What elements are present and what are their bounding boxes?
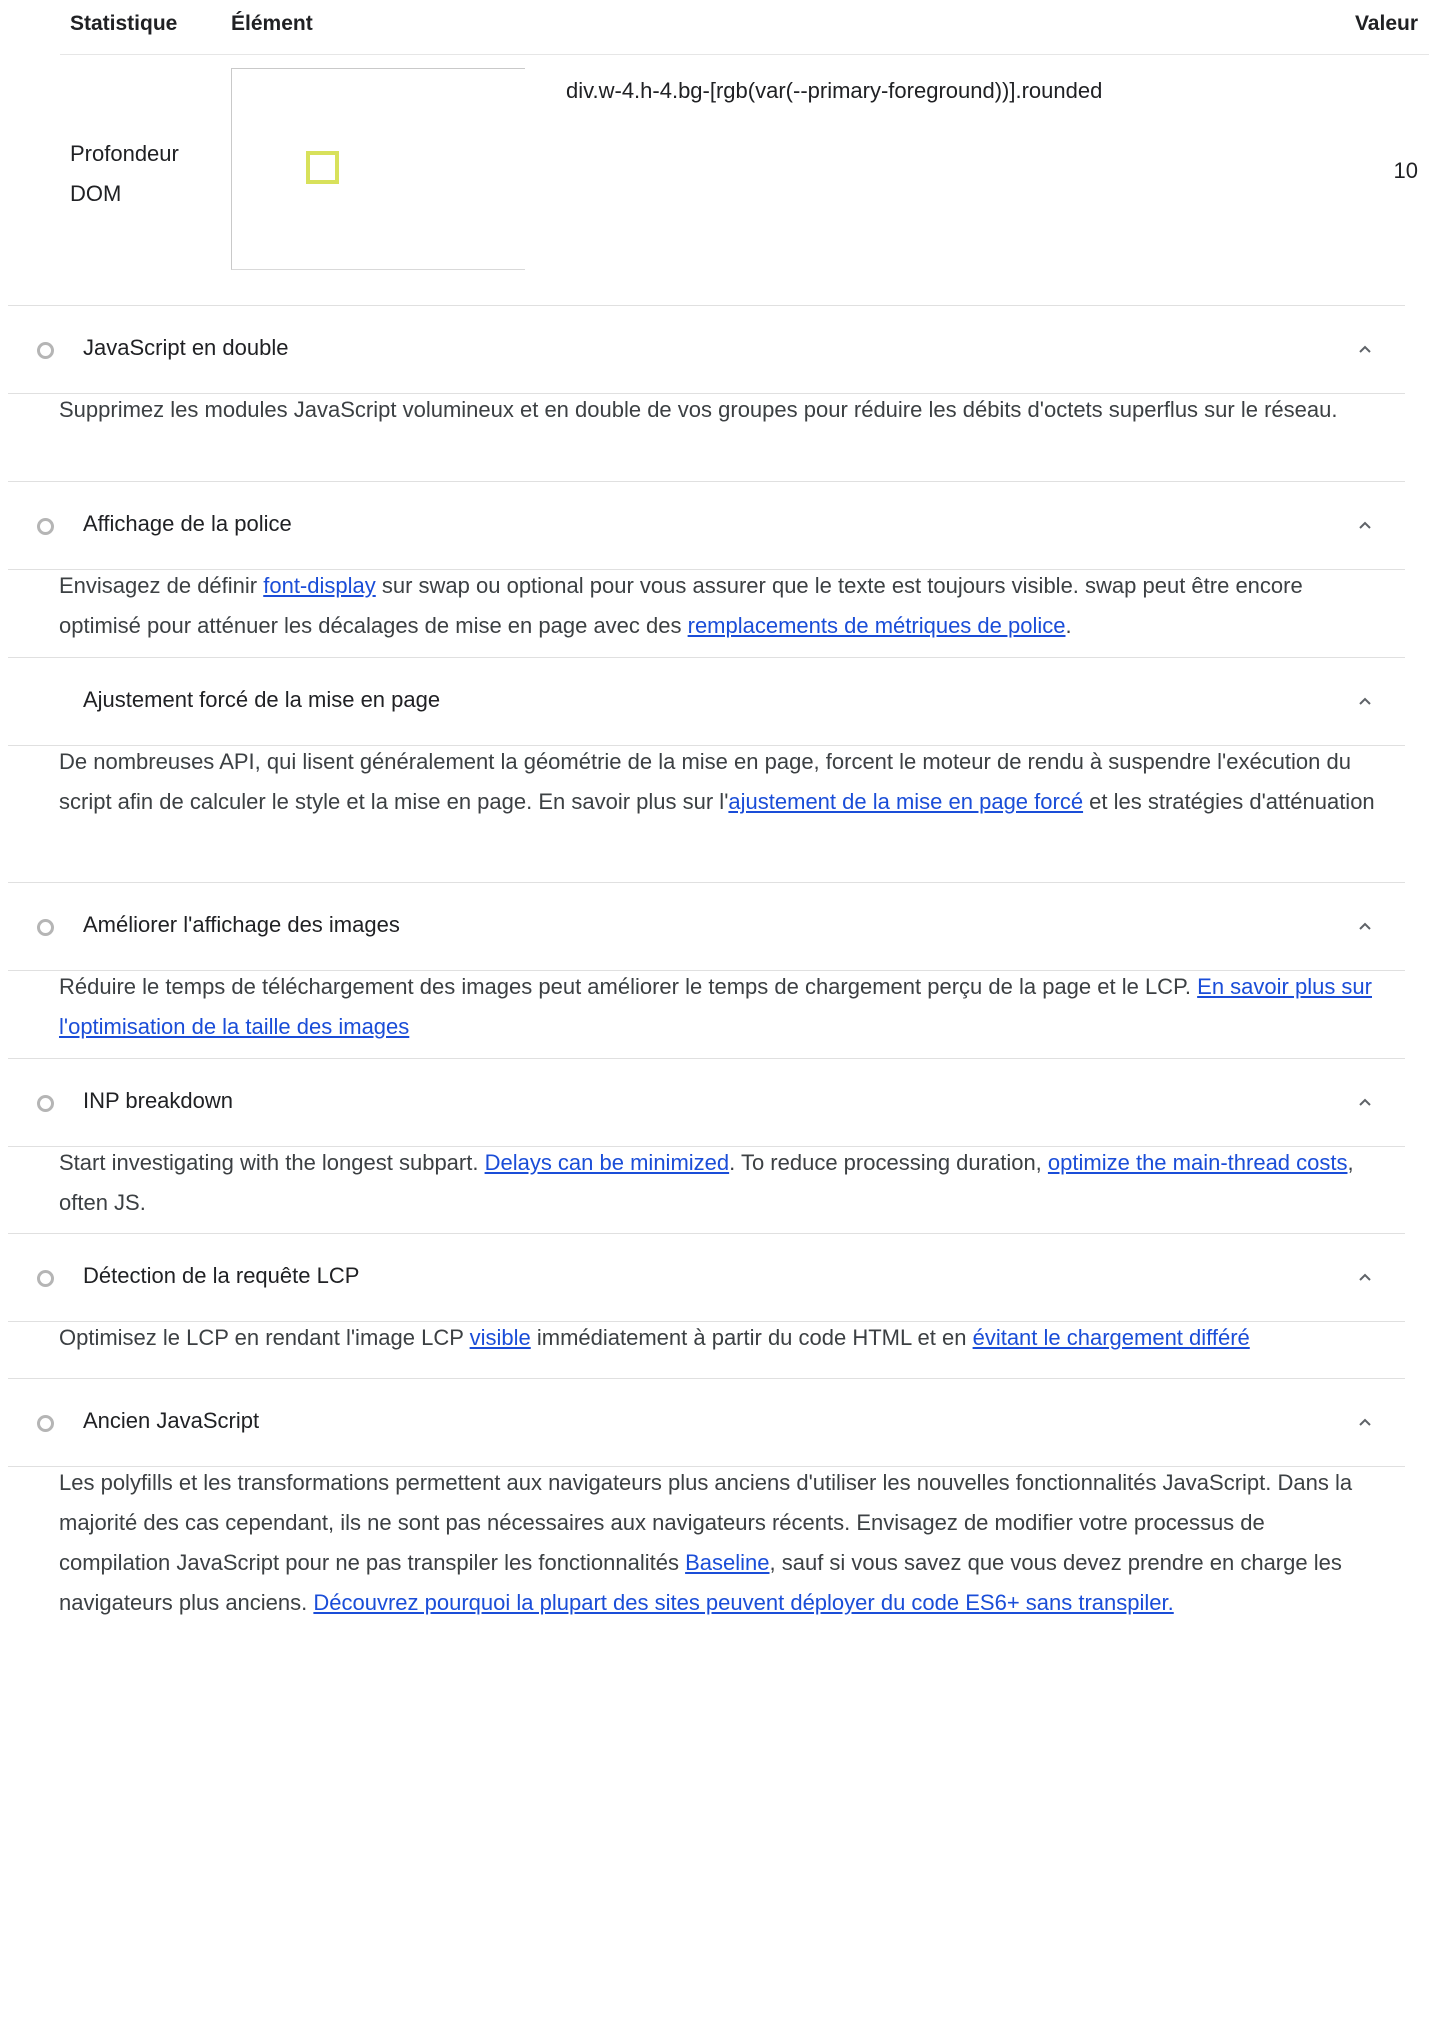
description-text: Supprimez les modules JavaScript volumin…: [59, 397, 1338, 422]
status-circle-icon: [37, 518, 54, 535]
status-circle-icon: [37, 919, 54, 936]
audit-description: Supprimez les modules JavaScript volumin…: [59, 390, 1379, 430]
chevron-up-icon[interactable]: [1358, 696, 1371, 708]
description-text: Envisagez de définir: [59, 573, 264, 598]
audit-title: Ajustement forcé de la mise en page: [83, 687, 441, 712]
audit-header-toggle[interactable]: Ancien JavaScript: [0, 1378, 1429, 1466]
audit-title: INP breakdown: [83, 1088, 234, 1113]
column-header-value: Valeur: [1354, 12, 1418, 35]
chevron-up-icon[interactable]: [1358, 1272, 1371, 1284]
audit-title: Détection de la requête LCP: [83, 1263, 360, 1288]
learn-more-link[interactable]: font-display: [263, 573, 376, 598]
statistic-name-line-1: Profondeur: [70, 141, 179, 166]
learn-more-link[interactable]: visible: [470, 1325, 531, 1350]
chevron-up-icon[interactable]: [1358, 921, 1371, 933]
learn-more-link[interactable]: optimize the main-thread costs: [1048, 1150, 1348, 1175]
learn-more-link[interactable]: évitant le chargement différé: [973, 1325, 1250, 1350]
description-text: Réduire le temps de téléchargement des i…: [59, 974, 1198, 999]
column-header-element: Élément: [231, 12, 313, 35]
page: Statistique Élément Valeur Profondeur DO…: [0, 0, 1429, 2031]
description-text: .: [1065, 613, 1072, 638]
element-screenshot-thumbnail[interactable]: [231, 68, 525, 270]
audit-description: De nombreuses API, qui lisent généraleme…: [59, 742, 1379, 822]
table-header-divider: [60, 54, 1429, 55]
description-text: et les stratégies d'atténuation: [1083, 789, 1375, 814]
audit-description: Start investigating with the longest sub…: [59, 1143, 1379, 1223]
chevron-up-icon[interactable]: [1358, 1097, 1371, 1109]
chevron-up-icon[interactable]: [1358, 1417, 1371, 1429]
description-text: . To reduce processing duration,: [729, 1150, 1048, 1175]
audit-description: Réduire le temps de téléchargement des i…: [59, 967, 1379, 1047]
audit-title: JavaScript en double: [83, 335, 289, 360]
highlighted-element-box: [306, 151, 339, 184]
audit-header-toggle[interactable]: Ajustement forcé de la mise en page: [0, 657, 1429, 745]
status-circle-icon: [37, 1415, 54, 1432]
audit-title: Affichage de la police: [83, 511, 292, 536]
audit-header-toggle[interactable]: Affichage de la police: [0, 481, 1429, 569]
audit-description: Optimisez le LCP en rendant l'image LCP …: [59, 1318, 1379, 1358]
audit-title: Améliorer l'affichage des images: [83, 912, 400, 937]
statistic-name: Profondeur DOM: [70, 134, 210, 214]
learn-more-link[interactable]: Baseline: [685, 1550, 769, 1575]
audit-header-toggle[interactable]: JavaScript en double: [0, 305, 1429, 393]
status-circle-icon: [37, 1270, 54, 1287]
audit-description: Les polyfills et les transformations per…: [59, 1463, 1379, 1623]
learn-more-link[interactable]: ajustement de la mise en page forcé: [728, 789, 1083, 814]
learn-more-link[interactable]: Découvrez pourquoi la plupart des sites …: [313, 1590, 1173, 1615]
description-text: immédiatement à partir du code HTML et e…: [530, 1325, 973, 1350]
statistic-value: 10: [1393, 158, 1418, 183]
audit-title: Ancien JavaScript: [83, 1408, 260, 1433]
audit-header-toggle[interactable]: Détection de la requête LCP: [0, 1233, 1429, 1321]
status-circle-icon: [37, 342, 54, 359]
statistic-name-line-2: DOM: [70, 181, 122, 206]
audit-description: Envisagez de définir font-display sur sw…: [59, 566, 1379, 646]
audit-header-toggle[interactable]: INP breakdown: [0, 1058, 1429, 1146]
description-text: Start investigating with the longest sub…: [59, 1150, 485, 1175]
audit-header-toggle[interactable]: Améliorer l'affichage des images: [0, 882, 1429, 970]
status-circle-icon: [37, 1095, 54, 1112]
column-header-statistic: Statistique: [70, 12, 178, 35]
description-text: Optimisez le LCP en rendant l'image LCP: [59, 1325, 470, 1350]
learn-more-link[interactable]: remplacements de métriques de police: [688, 613, 1066, 638]
learn-more-link[interactable]: Delays can be minimized: [485, 1150, 730, 1175]
chevron-up-icon[interactable]: [1358, 344, 1371, 356]
element-selector[interactable]: div.w-4.h-4.bg-[rgb(var(--primary-foregr…: [566, 78, 1102, 104]
chevron-up-icon[interactable]: [1358, 520, 1371, 532]
